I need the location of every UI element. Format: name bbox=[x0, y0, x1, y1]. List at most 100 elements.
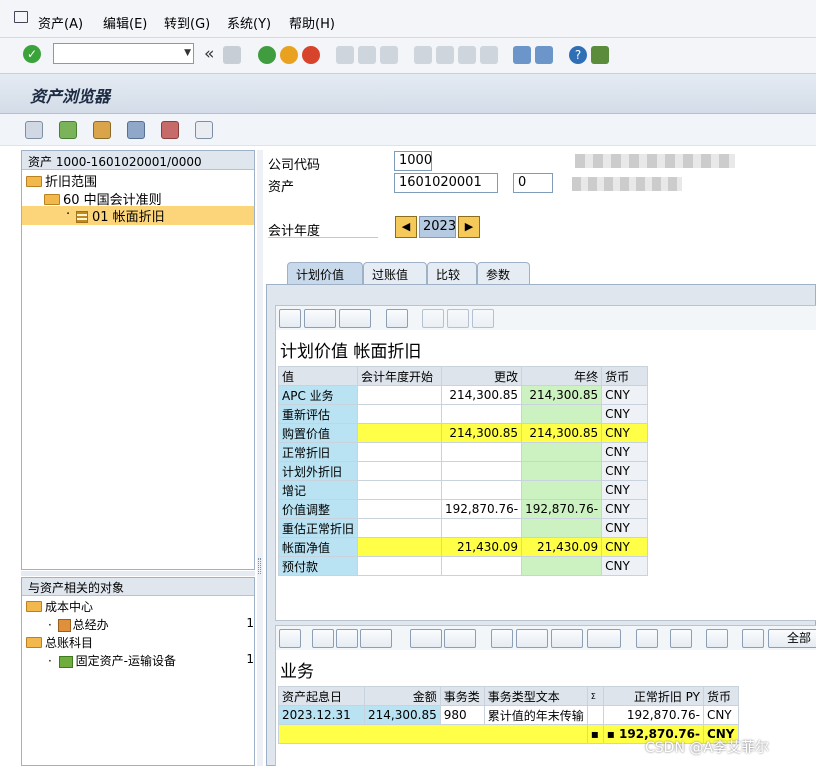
export-button[interactable] bbox=[339, 309, 371, 328]
year-start-cell[interactable] bbox=[357, 423, 443, 443]
save-icon[interactable] bbox=[223, 46, 241, 64]
list-icon[interactable] bbox=[195, 121, 213, 139]
calc-button[interactable] bbox=[447, 309, 469, 328]
menu-goto[interactable]: 转到(G) bbox=[164, 13, 210, 32]
currency-cell[interactable]: CNY bbox=[601, 461, 649, 481]
print-icon[interactable] bbox=[336, 46, 354, 64]
col-currency[interactable]: 货币 bbox=[702, 686, 739, 706]
menu-asset[interactable]: 资产(A) bbox=[38, 13, 83, 32]
fiscal-year-field[interactable]: 2023 bbox=[419, 216, 456, 238]
year-start-cell[interactable] bbox=[357, 537, 443, 557]
find-next-icon[interactable] bbox=[380, 46, 398, 64]
year-end-cell[interactable]: 214,300.85 bbox=[521, 385, 603, 405]
col-value[interactable]: 值 bbox=[277, 366, 359, 386]
find-icon[interactable] bbox=[358, 46, 376, 64]
year-start-cell[interactable] bbox=[357, 461, 443, 481]
currency-cell[interactable]: CNY bbox=[702, 705, 739, 725]
year-start-cell[interactable] bbox=[357, 442, 443, 462]
asset-subnumber-field[interactable]: 0 bbox=[513, 173, 553, 193]
export-button[interactable] bbox=[551, 629, 583, 648]
change-cell[interactable] bbox=[441, 556, 523, 576]
year-end-cell[interactable] bbox=[521, 518, 603, 538]
copy-button[interactable] bbox=[670, 629, 692, 648]
calculator-icon[interactable] bbox=[93, 121, 111, 139]
row-name-cell[interactable]: 计划外折旧 bbox=[277, 461, 359, 481]
memo-button[interactable] bbox=[472, 309, 494, 328]
currency-cell[interactable]: CNY bbox=[601, 537, 649, 557]
change-cell[interactable] bbox=[441, 404, 523, 424]
confirm-icon[interactable]: ✓ bbox=[23, 45, 41, 63]
next-page-icon[interactable] bbox=[458, 46, 476, 64]
tab-comparison[interactable]: 比较 bbox=[427, 262, 477, 284]
row-name-cell[interactable]: 预付款 bbox=[277, 556, 359, 576]
layout-icon[interactable] bbox=[591, 46, 609, 64]
cancel-icon[interactable] bbox=[302, 46, 320, 64]
change-cell[interactable]: 214,300.85 bbox=[441, 423, 523, 443]
all-button[interactable]: 全部 bbox=[768, 629, 816, 648]
shortcut-icon[interactable] bbox=[535, 46, 553, 64]
year-end-cell[interactable]: 21,430.09 bbox=[521, 537, 603, 557]
matrix-icon[interactable] bbox=[161, 121, 179, 139]
display-icon[interactable] bbox=[59, 121, 77, 139]
simulate-button[interactable] bbox=[422, 309, 444, 328]
row-name-cell[interactable]: 价值调整 bbox=[277, 499, 359, 519]
sigma-cell[interactable] bbox=[586, 705, 604, 725]
tab-posted-values[interactable]: 过账值 bbox=[363, 262, 427, 284]
print-button[interactable] bbox=[279, 309, 301, 328]
currency-cell[interactable]: CNY bbox=[601, 442, 649, 462]
change-cell[interactable]: 192,870.76- bbox=[441, 499, 523, 519]
tree-node-depreciation-area[interactable]: 折旧范围 bbox=[26, 171, 97, 190]
tree-node-book-depreciation[interactable]: · 01 帐面折旧 bbox=[22, 206, 254, 225]
first-page-icon[interactable] bbox=[414, 46, 432, 64]
company-code-field[interactable]: 1000 bbox=[394, 151, 432, 171]
related-node-general-office[interactable]: · 总经办 1 bbox=[48, 616, 254, 633]
currency-cell[interactable]: CNY bbox=[601, 518, 649, 538]
tab-planned-values[interactable]: 计划价值 bbox=[287, 262, 363, 284]
menu-help[interactable]: 帮助(H) bbox=[289, 13, 335, 32]
row-name-cell[interactable]: APC 业务 bbox=[277, 385, 359, 405]
chevron-down-icon[interactable]: ▼ bbox=[184, 48, 191, 58]
select-button[interactable] bbox=[742, 629, 764, 648]
year-start-cell[interactable] bbox=[357, 556, 443, 576]
last-page-icon[interactable] bbox=[480, 46, 498, 64]
col-year-start[interactable]: 会计年度开始 bbox=[357, 366, 443, 386]
sort-desc-button[interactable] bbox=[336, 629, 358, 648]
col-value-date[interactable]: 资产起息日 bbox=[278, 686, 365, 706]
print-button[interactable] bbox=[491, 629, 513, 648]
col-currency[interactable]: 货币 bbox=[601, 366, 649, 386]
change-cell[interactable] bbox=[441, 480, 523, 500]
related-node-fixed-asset-transport[interactable]: · 固定资产-运输设备 1 bbox=[48, 652, 254, 669]
prev-page-icon[interactable] bbox=[436, 46, 454, 64]
value-date-cell[interactable]: 2023.12.31 bbox=[278, 705, 365, 725]
info-button[interactable] bbox=[386, 309, 408, 328]
currency-cell[interactable]: CNY bbox=[601, 385, 649, 405]
back-icon[interactable] bbox=[258, 46, 276, 64]
view-button[interactable] bbox=[304, 309, 336, 328]
change-cell[interactable] bbox=[441, 461, 523, 481]
change-cell[interactable]: 214,300.85 bbox=[441, 385, 523, 405]
year-start-cell[interactable] bbox=[357, 480, 443, 500]
currency-cell[interactable]: CNY bbox=[601, 499, 649, 519]
sort-asc-button[interactable] bbox=[312, 629, 334, 648]
year-start-cell[interactable] bbox=[357, 404, 443, 424]
col-change[interactable]: 更改 bbox=[441, 366, 523, 386]
year-start-cell[interactable] bbox=[357, 518, 443, 538]
previous-year-button[interactable]: ◀ bbox=[395, 216, 417, 238]
currency-cell[interactable]: CNY bbox=[601, 423, 649, 443]
help-icon[interactable]: ? bbox=[569, 46, 587, 64]
next-year-button[interactable]: ▶ bbox=[458, 216, 480, 238]
change-cell[interactable] bbox=[441, 442, 523, 462]
year-start-cell[interactable] bbox=[357, 499, 443, 519]
back-arrows-icon[interactable]: « bbox=[204, 44, 214, 64]
sum-button[interactable] bbox=[410, 629, 442, 648]
info-button[interactable] bbox=[636, 629, 658, 648]
related-node-cost-center[interactable]: 成本中心 bbox=[26, 598, 93, 615]
refresh-icon[interactable] bbox=[25, 121, 43, 139]
menu-icon[interactable] bbox=[14, 11, 28, 23]
year-end-cell[interactable]: 192,870.76- bbox=[521, 499, 603, 519]
change-cell[interactable] bbox=[441, 518, 523, 538]
currency-cell[interactable]: CNY bbox=[601, 480, 649, 500]
col-year-end[interactable]: 年终 bbox=[521, 366, 603, 386]
vertical-splitter[interactable] bbox=[257, 150, 263, 766]
pane-splitter[interactable] bbox=[21, 571, 255, 576]
